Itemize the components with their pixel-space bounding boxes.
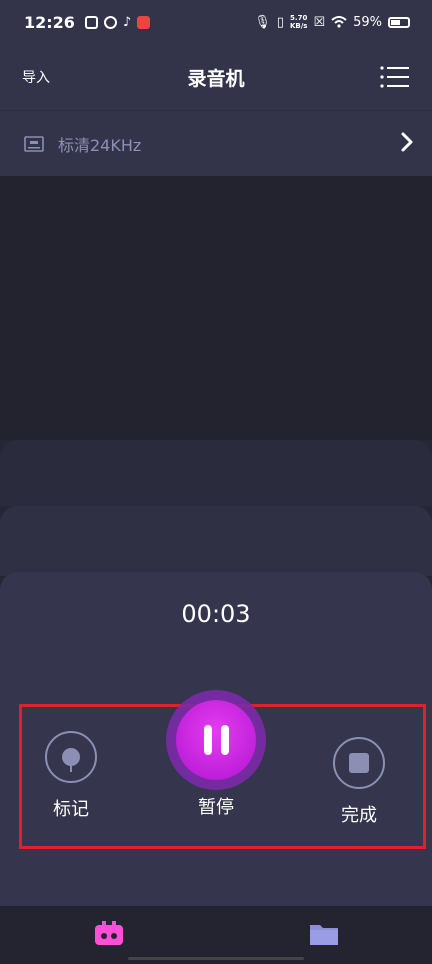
microphone-icon: 🎙 (254, 14, 271, 30)
import-button[interactable]: 导入 (22, 67, 50, 87)
quality-selector[interactable]: 标清24KHz (0, 110, 432, 176)
status-bar: 12:26 ♪ 🎙 ▯ 5.70 KB/s ☒ 59% (0, 0, 432, 44)
mark-pin-icon (62, 748, 80, 772)
finish-control[interactable]: 完成 (333, 737, 385, 827)
page-title: 录音机 (187, 67, 245, 90)
background-layer (0, 506, 432, 576)
stop-icon (349, 753, 369, 773)
app-header: 导入 录音机 (0, 44, 432, 110)
network-speed: 5.70 KB/s (289, 14, 308, 30)
mark-label: 标记 (53, 799, 89, 820)
battery-icon (388, 16, 410, 28)
chevron-right-icon (401, 132, 413, 152)
list-menu-icon[interactable] (380, 66, 410, 88)
finish-label: 完成 (341, 805, 377, 826)
app-notification-icon (137, 15, 151, 29)
wifi-icon (331, 16, 347, 28)
mark-button[interactable] (45, 731, 97, 783)
app-notification-icon (84, 15, 98, 29)
pause-button[interactable] (166, 690, 266, 790)
tiktok-icon: ♪ (122, 14, 132, 30)
battery-percent: 59% (353, 14, 382, 30)
quality-icon (24, 135, 44, 152)
pause-icon (176, 700, 256, 780)
app-notification-icon (103, 15, 117, 29)
waveform-area (0, 176, 432, 440)
sim-off-icon: ☒ (313, 14, 326, 30)
cassette-icon[interactable] (94, 920, 124, 948)
vibrate-icon: ▯ (276, 14, 284, 30)
status-time: 12:26 (24, 12, 75, 32)
quality-label: 标清24KHz (58, 135, 142, 155)
elapsed-timer: 00:03 (181, 600, 251, 628)
pause-label: 暂停 (198, 797, 234, 818)
system-indicators: 🎙 ▯ 5.70 KB/s ☒ 59% (254, 14, 410, 30)
folder-icon[interactable] (309, 920, 339, 948)
mark-control[interactable]: 标记 (45, 731, 97, 821)
finish-button[interactable] (333, 737, 385, 789)
notification-icons: ♪ (84, 14, 151, 30)
background-layer (0, 440, 432, 506)
pause-control: 暂停 (176, 781, 256, 819)
home-indicator (128, 957, 304, 960)
bottom-navigation (0, 906, 432, 964)
